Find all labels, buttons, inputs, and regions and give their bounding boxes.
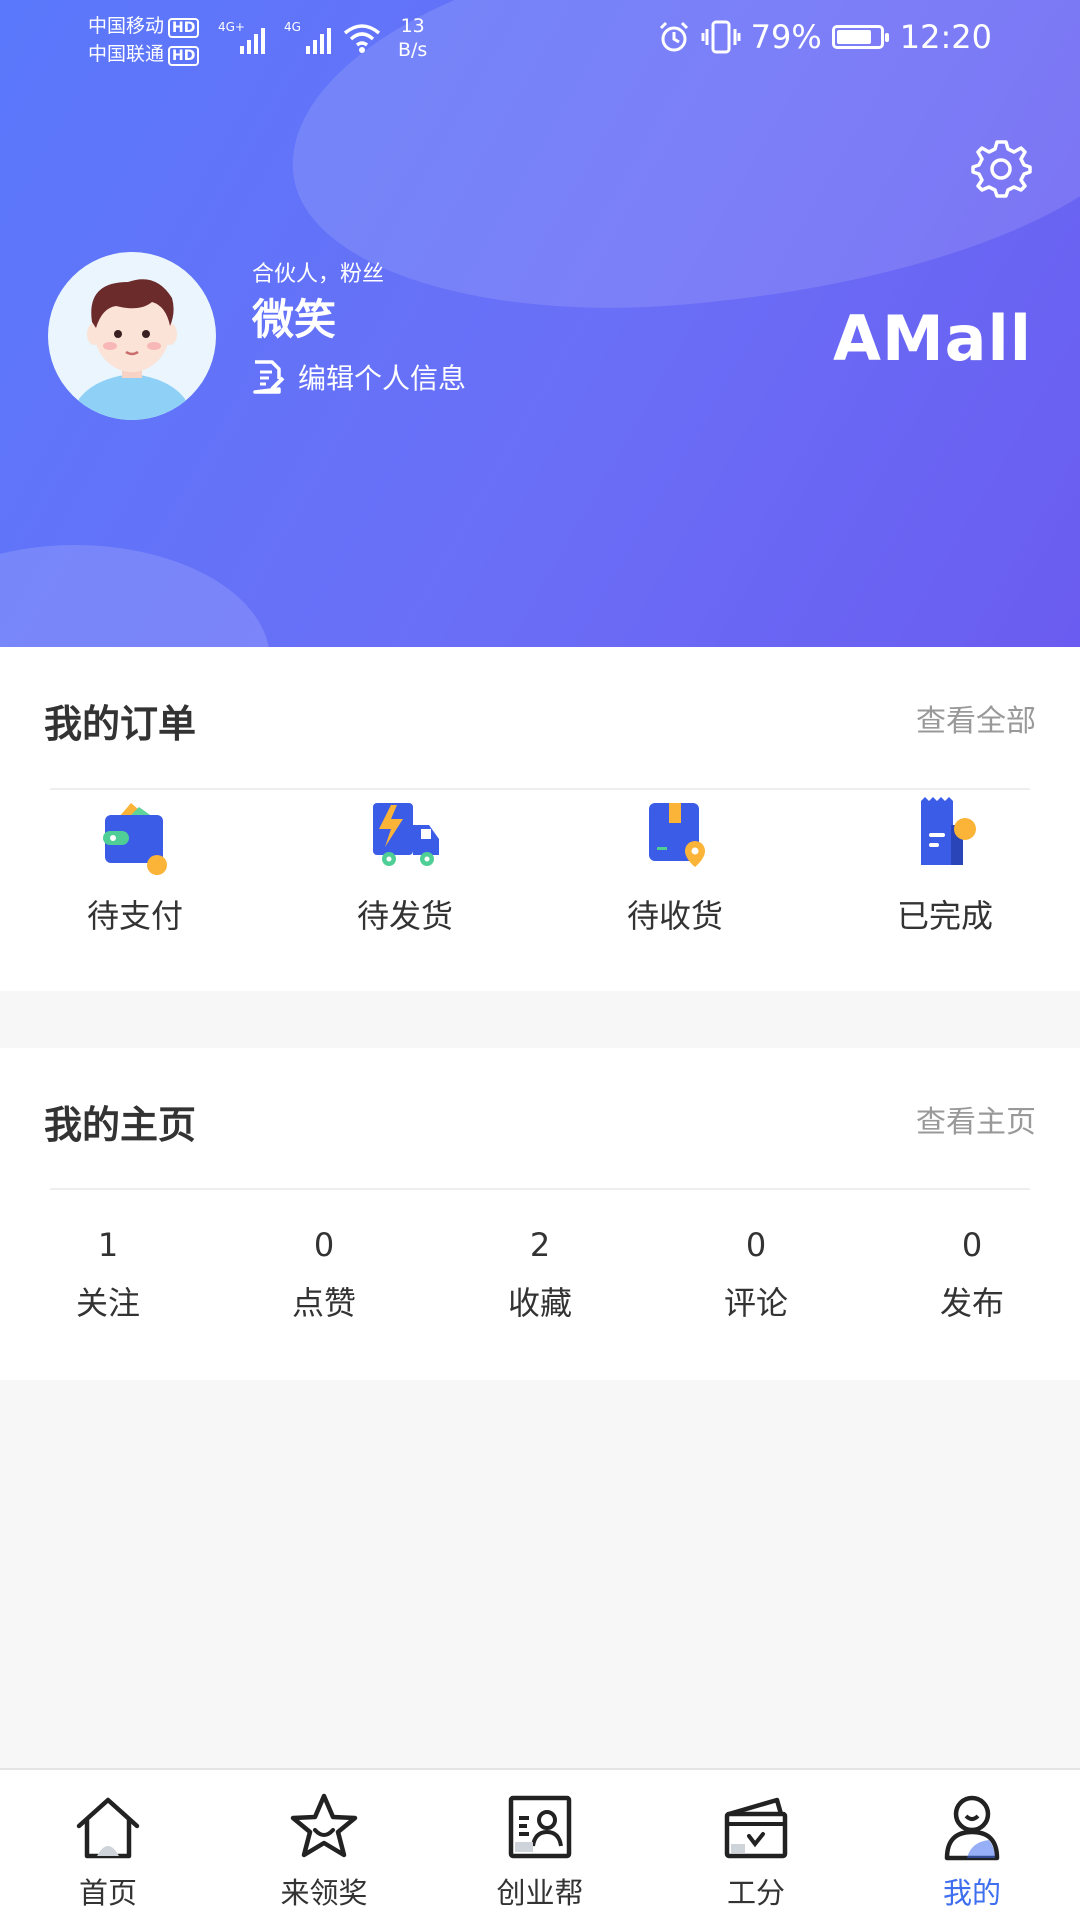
profile-header: 中国移动 HD 中国联通 HD 4G+ 4G 13 B/s 79% 12:20 … <box>0 0 1080 647</box>
alarm-icon <box>659 21 688 52</box>
hd-badge: HD <box>168 46 200 66</box>
stat-following[interactable]: 1 关注 <box>0 1226 216 1324</box>
tab-mine[interactable]: 我的 <box>864 1770 1080 1922</box>
wallet-icon <box>103 803 167 875</box>
stat-comments[interactable]: 0 评论 <box>648 1226 864 1324</box>
tab-points[interactable]: 工分 <box>648 1770 864 1922</box>
stat-value: 1 <box>97 1226 119 1264</box>
stat-label: 发布 <box>939 1284 1004 1322</box>
network-speed: 13 B/s <box>398 15 428 61</box>
stat-value: 0 <box>313 1226 335 1264</box>
stat-favorites[interactable]: 2 收藏 <box>432 1226 648 1324</box>
battery-percent: 79% <box>750 18 822 56</box>
orders-card: 我的订单 查看全部 待支付 待发货 待收货 已完成 <box>0 647 1080 991</box>
orders-title: 我的订单 <box>44 702 197 746</box>
stat-likes[interactable]: 0 点赞 <box>216 1226 432 1324</box>
avatar[interactable] <box>48 252 216 420</box>
battery-icon <box>831 25 889 49</box>
id-card-icon <box>508 1795 572 1859</box>
user-name: 微笑 <box>252 295 337 344</box>
edit-profile-link[interactable]: 编辑个人信息 <box>252 357 466 397</box>
view-homepage-link[interactable]: 查看主页 <box>916 1097 1036 1141</box>
stat-posts[interactable]: 0 发布 <box>864 1226 1080 1324</box>
view-all-orders-link[interactable]: 查看全部 <box>916 696 1036 740</box>
homepage-card: 我的主页 查看主页 1 关注 0 点赞 2 收藏 0 评论 0 发布 <box>0 1048 1080 1380</box>
tab-startup[interactable]: 创业帮 <box>432 1770 648 1922</box>
brand-logo: AMall <box>832 302 1032 375</box>
tab-label: 工分 <box>726 1876 785 1910</box>
order-pending-shipment[interactable]: 待发货 <box>270 795 540 937</box>
carrier-2: 中国联通 <box>88 43 165 65</box>
user-icon <box>944 1795 1000 1861</box>
order-pending-receipt[interactable]: 待收货 <box>540 795 810 937</box>
bottom-tab-bar: 首页 来领奖 创业帮 工分 我的 <box>0 1768 1080 1922</box>
divider <box>50 788 1030 790</box>
hd-badge: HD <box>168 18 200 38</box>
stat-value: 2 <box>529 1226 551 1264</box>
avatar-illustration <box>70 279 194 420</box>
stat-label: 收藏 <box>507 1284 572 1322</box>
tab-label: 来领奖 <box>280 1876 368 1910</box>
edit-document-icon <box>253 360 285 394</box>
user-role: 合伙人，粉丝 <box>252 262 385 287</box>
header-decoration <box>0 545 270 647</box>
home-icon <box>76 1797 140 1859</box>
stat-value: 0 <box>745 1226 767 1264</box>
wifi-icon <box>343 24 381 53</box>
carrier-1: 中国移动 <box>88 15 165 37</box>
order-label: 待发货 <box>356 897 453 935</box>
stat-label: 关注 <box>75 1284 140 1322</box>
clock: 12:20 <box>899 18 992 56</box>
order-completed[interactable]: 已完成 <box>810 795 1080 937</box>
order-label: 待支付 <box>86 897 183 935</box>
tab-rewards[interactable]: 来领奖 <box>216 1770 432 1922</box>
tab-home[interactable]: 首页 <box>0 1770 216 1922</box>
carrier-info: 中国移动 HD 中国联通 HD <box>88 12 200 68</box>
divider <box>50 1188 1030 1190</box>
order-label: 待收货 <box>626 897 723 935</box>
stat-value: 0 <box>961 1226 983 1264</box>
settings-gear-icon[interactable] <box>970 138 1032 200</box>
order-label: 已完成 <box>896 897 993 935</box>
delivery-truck-icon <box>373 803 439 866</box>
tab-label: 创业帮 <box>496 1876 584 1910</box>
receipt-icon <box>921 797 976 865</box>
edit-profile-label: 编辑个人信息 <box>298 362 467 395</box>
status-bar: 中国移动 HD 中国联通 HD 4G+ 4G 13 B/s 79% 12:20 <box>0 0 1080 84</box>
stat-label: 点赞 <box>291 1284 356 1322</box>
tab-label: 我的 <box>942 1876 1001 1910</box>
star-icon <box>290 1793 358 1858</box>
stat-label: 评论 <box>723 1284 788 1322</box>
tab-label: 首页 <box>78 1876 137 1910</box>
vibrate-icon <box>701 20 741 54</box>
wallet-card-icon <box>724 1797 788 1859</box>
homepage-title: 我的主页 <box>44 1103 197 1147</box>
package-location-icon <box>649 803 705 867</box>
order-pending-payment[interactable]: 待支付 <box>0 795 270 937</box>
